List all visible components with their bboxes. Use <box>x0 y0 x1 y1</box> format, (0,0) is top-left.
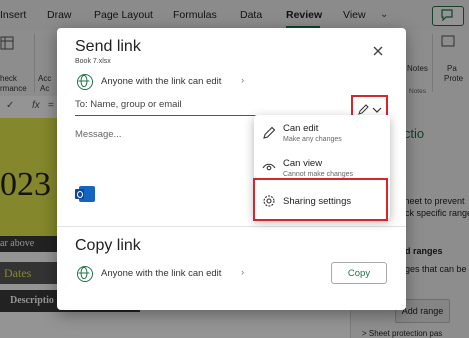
outlook-icon[interactable] <box>75 186 95 202</box>
permission-chevron-icon: › <box>241 75 245 86</box>
copy-button[interactable]: Copy <box>331 262 387 284</box>
sharing-settings-highlight <box>253 178 388 221</box>
pencil-icon <box>263 126 276 139</box>
dialog-title: Send link <box>75 38 141 55</box>
globe-icon <box>77 266 93 282</box>
menu-item-subtitle: Make any changes <box>283 136 342 143</box>
chevron-down-icon <box>372 107 382 113</box>
copy-permission-text: Anyone with the link can edit <box>101 268 222 279</box>
menu-item-title: Can edit <box>283 123 319 134</box>
message-input[interactable]: Message... <box>75 129 121 140</box>
close-icon[interactable] <box>371 44 385 58</box>
pencil-icon <box>358 104 369 115</box>
recipients-placeholder: To: Name, group or email <box>75 99 182 110</box>
copy-permission-link[interactable]: Anyone with the link can edit › <box>75 266 275 282</box>
menu-item-can-edit[interactable]: Can edit Make any changes <box>254 118 390 150</box>
menu-item-subtitle: Cannot make changes <box>283 171 354 178</box>
copy-link-title: Copy link <box>75 237 141 254</box>
permission-text: Anyone with the link can edit <box>101 76 222 87</box>
permission-link[interactable]: Anyone with the link can edit › <box>75 74 275 90</box>
dialog-filename: Book 7.xlsx <box>75 58 111 65</box>
recipients-input[interactable]: To: Name, group or email <box>75 95 330 116</box>
eye-icon <box>262 163 276 171</box>
copy-permission-chevron-icon: › <box>241 267 245 278</box>
globe-icon <box>77 74 93 90</box>
menu-item-title: Can view <box>283 158 323 169</box>
dialog-divider <box>57 226 406 227</box>
